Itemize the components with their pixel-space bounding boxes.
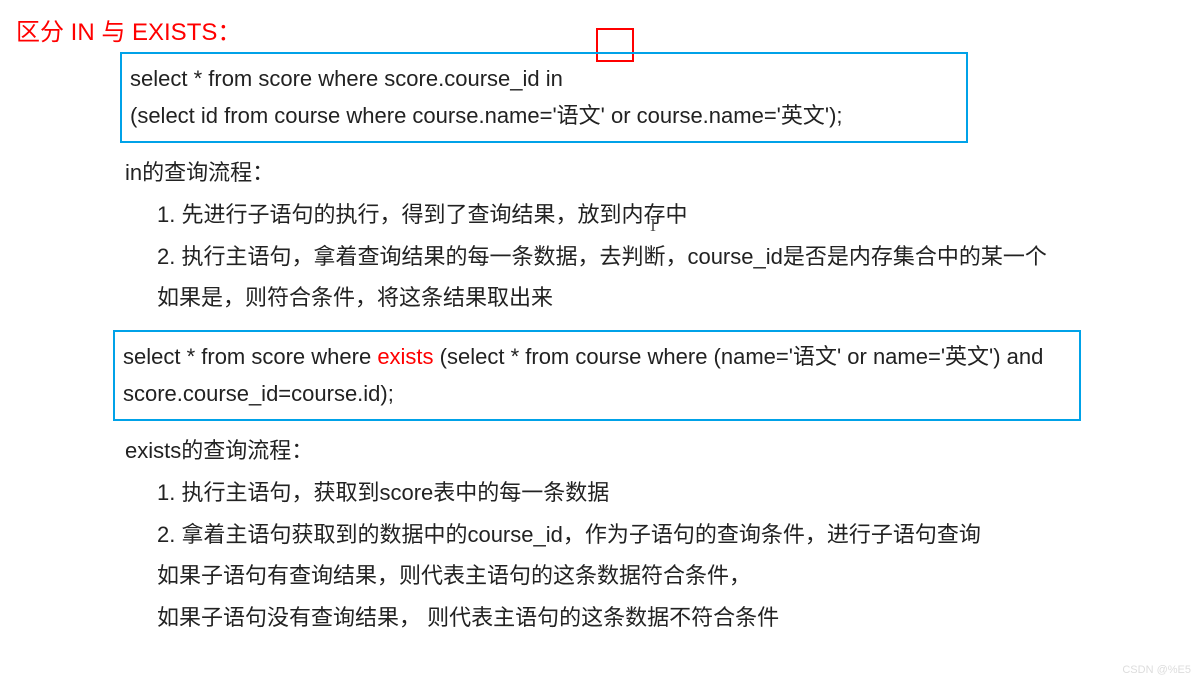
text-cursor-icon: I [650, 215, 656, 236]
code-text: select * from score where [123, 344, 377, 369]
keyword-exists: exists [377, 344, 433, 369]
doc-title: 区分 IN 与 EXISTS： [16, 12, 241, 47]
exists-flow-section: exists的查询流程： 1. 执行主语句，获取到score表中的每一条数据 2… [125, 430, 1085, 639]
watermark-footer: CSDN @%E5 [1122, 664, 1191, 676]
keyword-in: in [546, 66, 563, 91]
code-text: (select id from course where course.name… [130, 103, 843, 128]
code-block-in: select * from score where score.course_i… [120, 52, 968, 143]
in-step-1: 1. 先进行子语句的执行，得到了查询结果，放到内存中 [125, 194, 1085, 236]
in-step-3: 如果是，则符合条件，将这条结果取出来 [125, 277, 1085, 319]
exists-step-1: 1. 执行主语句，获取到score表中的每一条数据 [125, 472, 1085, 514]
exists-heading: exists的查询流程： [125, 430, 1085, 472]
exists-step-3: 如果子语句有查询结果，则代表主语句的这条数据符合条件， [125, 555, 1085, 597]
exists-step-2: 2. 拿着主语句获取到的数据中的course_id，作为子语句的查询条件，进行子… [125, 514, 1085, 556]
in-flow-section: in的查询流程： 1. 先进行子语句的执行，得到了查询结果，放到内存中 2. 执… [125, 152, 1085, 319]
in-heading: in的查询流程： [125, 152, 1085, 194]
code-block-exists: select * from score where exists (select… [113, 330, 1081, 421]
exists-step-4: 如果子语句没有查询结果， 则代表主语句的这条数据不符合条件 [125, 597, 1085, 639]
in-step-2: 2. 执行主语句，拿着查询结果的每一条数据，去判断，course_id是否是内存… [125, 236, 1085, 278]
code-text: select * from score where score.course_i… [130, 66, 546, 91]
